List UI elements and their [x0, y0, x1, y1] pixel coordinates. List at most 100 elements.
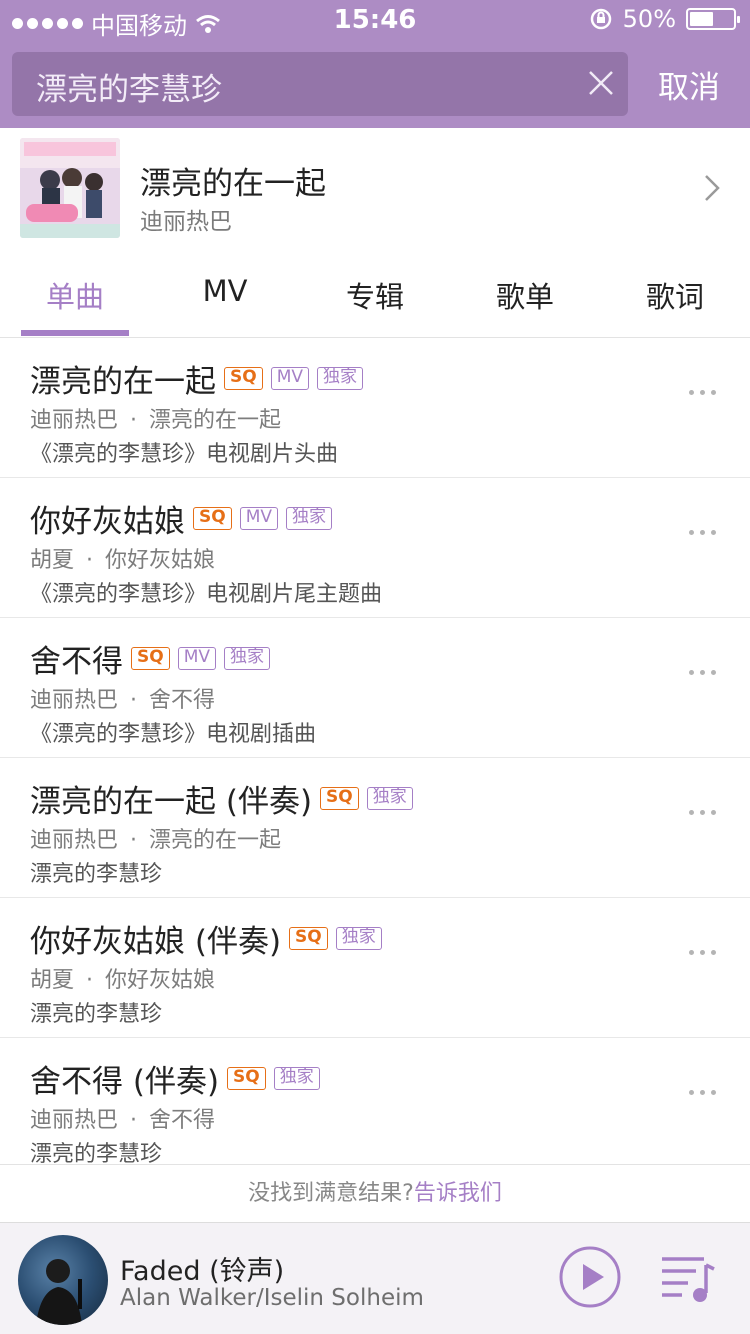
- song-note: 《漂亮的李慧珍》电视剧片尾主题曲: [30, 582, 383, 607]
- more-icon[interactable]: [689, 670, 716, 675]
- song-artist: 胡夏: [30, 968, 75, 993]
- song-title-line: 舍不得 (伴奏) SQ 独家: [30, 1056, 320, 1101]
- now-playing-artist: Alan Walker/Iselin Solheim: [120, 1285, 424, 1311]
- search-header: 漂亮的李慧珍 取消: [0, 40, 750, 128]
- song-artist: 迪丽热巴: [30, 688, 119, 713]
- song-meta: 迪丽热巴 · 漂亮的在一起: [30, 402, 281, 434]
- clear-icon[interactable]: [586, 68, 616, 98]
- exclusive-badge: 独家: [366, 787, 413, 810]
- song-artist: 迪丽热巴: [30, 1108, 119, 1133]
- song-row[interactable]: 漂亮的在一起 (伴奏) SQ 独家 迪丽热巴 · 漂亮的在一起 漂亮的李慧珍: [0, 758, 750, 898]
- song-title: 你好灰姑娘 (伴奏): [30, 924, 282, 960]
- song-row[interactable]: 你好灰姑娘 SQ MV 独家 胡夏 · 你好灰姑娘 《漂亮的李慧珍》电视剧片尾主题曲: [0, 478, 750, 618]
- tab-playlists[interactable]: 歌单: [450, 274, 600, 316]
- chevron-right-icon: [705, 175, 720, 201]
- song-note: 漂亮的李慧珍: [30, 1142, 163, 1164]
- sq-badge: SQ: [224, 367, 263, 390]
- battery-percent: 50%: [622, 5, 676, 33]
- separator: ·: [86, 968, 94, 993]
- sq-badge: SQ: [193, 507, 232, 530]
- song-row[interactable]: 你好灰姑娘 (伴奏) SQ 独家 胡夏 · 你好灰姑娘 漂亮的李慧珍: [0, 898, 750, 1038]
- song-title: 漂亮的在一起 (伴奏): [30, 784, 313, 820]
- album-cover: [20, 138, 120, 238]
- song-meta: 迪丽热巴 · 舍不得: [30, 1102, 215, 1134]
- exclusive-badge: 独家: [286, 507, 332, 530]
- more-icon[interactable]: [689, 390, 716, 395]
- song-note: 《漂亮的李慧珍》电视剧插曲: [30, 722, 317, 747]
- song-meta: 胡夏 · 你好灰姑娘: [30, 962, 215, 994]
- more-icon[interactable]: [689, 810, 716, 815]
- more-icon[interactable]: [689, 1090, 716, 1095]
- rotation-lock-icon: [590, 8, 611, 30]
- exclusive-badge: 独家: [317, 367, 363, 390]
- song-row[interactable]: 漂亮的在一起 SQ MV 独家 迪丽热巴 · 漂亮的在一起 《漂亮的李慧珍》电视剧片…: [0, 338, 750, 478]
- separator: ·: [130, 828, 138, 853]
- song-artist: 迪丽热巴: [30, 828, 119, 853]
- album-result[interactable]: 漂亮的在一起 迪丽热巴: [0, 128, 750, 250]
- tab-albums[interactable]: 专辑: [300, 274, 450, 316]
- album-artist: 迪丽热巴: [140, 209, 232, 235]
- song-album: 舍不得: [149, 1108, 216, 1133]
- tab-songs[interactable]: 单曲: [0, 274, 150, 316]
- sq-badge: SQ: [131, 647, 170, 670]
- song-album: 你好灰姑娘: [105, 548, 216, 573]
- search-query[interactable]: 漂亮的李慧珍: [36, 64, 222, 109]
- feedback-link[interactable]: 告诉我们: [414, 1181, 502, 1206]
- song-title-line: 你好灰姑娘 (伴奏) SQ 独家: [30, 916, 382, 961]
- song-note: 漂亮的李慧珍: [30, 862, 163, 887]
- tab-mv[interactable]: MV: [150, 274, 300, 308]
- separator: ·: [130, 1108, 138, 1133]
- song-title: 舍不得: [30, 644, 123, 680]
- song-title-line: 漂亮的在一起 (伴奏) SQ 独家: [30, 776, 413, 821]
- play-icon[interactable]: [558, 1245, 622, 1309]
- song-meta: 迪丽热巴 · 漂亮的在一起: [30, 822, 281, 854]
- song-artist: 迪丽热巴: [30, 408, 119, 433]
- feedback-text: 没找到满意结果?: [248, 1181, 414, 1206]
- song-title-line: 舍不得 SQ MV 独家: [30, 636, 270, 681]
- song-meta: 迪丽热巴 · 舍不得: [30, 682, 215, 714]
- song-note: 漂亮的李慧珍: [30, 1002, 163, 1027]
- separator: ·: [86, 548, 94, 573]
- song-title-line: 你好灰姑娘 SQ MV 独家: [30, 496, 332, 541]
- mv-badge[interactable]: MV: [177, 647, 216, 670]
- status-right: 50%: [589, 5, 740, 33]
- battery-icon: [686, 8, 740, 30]
- song-row[interactable]: 舍不得 SQ MV 独家 迪丽热巴 · 舍不得 《漂亮的李慧珍》电视剧插曲: [0, 618, 750, 758]
- song-album: 你好灰姑娘: [105, 968, 216, 993]
- separator: ·: [130, 408, 138, 433]
- song-title: 漂亮的在一起: [30, 364, 216, 400]
- mini-player[interactable]: Faded (铃声) Alan Walker/Iselin Solheim: [0, 1222, 750, 1334]
- now-playing-title: Faded (铃声): [120, 1256, 285, 1287]
- song-album: 舍不得: [149, 688, 216, 713]
- exclusive-badge: 独家: [335, 927, 382, 950]
- separator: ·: [130, 688, 138, 713]
- playlist-icon[interactable]: [658, 1253, 716, 1305]
- song-album: 漂亮的在一起: [149, 408, 282, 433]
- tab-lyrics[interactable]: 歌词: [600, 274, 750, 316]
- exclusive-badge: 独家: [273, 1067, 320, 1090]
- song-note: 《漂亮的李慧珍》电视剧片头曲: [30, 442, 339, 467]
- more-icon[interactable]: [689, 530, 716, 535]
- now-playing-cover[interactable]: [18, 1235, 108, 1325]
- song-artist: 胡夏: [30, 548, 75, 573]
- song-album: 漂亮的在一起: [149, 828, 282, 853]
- more-icon[interactable]: [689, 950, 716, 955]
- cancel-button[interactable]: 取消: [658, 62, 720, 107]
- mv-badge[interactable]: MV: [270, 367, 309, 390]
- song-list: 漂亮的在一起 SQ MV 独家 迪丽热巴 · 漂亮的在一起 《漂亮的李慧珍》电视剧片…: [0, 338, 750, 1164]
- tab-indicator: [21, 330, 129, 336]
- song-title-line: 漂亮的在一起 SQ MV 独家: [30, 356, 363, 401]
- album-title: 漂亮的在一起: [140, 166, 326, 202]
- song-title: 你好灰姑娘: [30, 504, 185, 540]
- mv-badge[interactable]: MV: [239, 507, 278, 530]
- result-tabs: 单曲 MV 专辑 歌单 歌词: [0, 250, 750, 338]
- sq-badge: SQ: [320, 787, 359, 810]
- song-meta: 胡夏 · 你好灰姑娘: [30, 542, 215, 574]
- search-input[interactable]: 漂亮的李慧珍: [12, 52, 628, 116]
- sq-badge: SQ: [227, 1067, 266, 1090]
- song-row[interactable]: 舍不得 (伴奏) SQ 独家 迪丽热巴 · 舍不得 漂亮的李慧珍: [0, 1038, 750, 1164]
- status-bar: 中国移动 15:46 50%: [0, 0, 750, 40]
- song-title: 舍不得 (伴奏): [30, 1064, 220, 1100]
- exclusive-badge: 独家: [224, 647, 270, 670]
- feedback-bar: 没找到满意结果?告诉我们: [0, 1164, 750, 1222]
